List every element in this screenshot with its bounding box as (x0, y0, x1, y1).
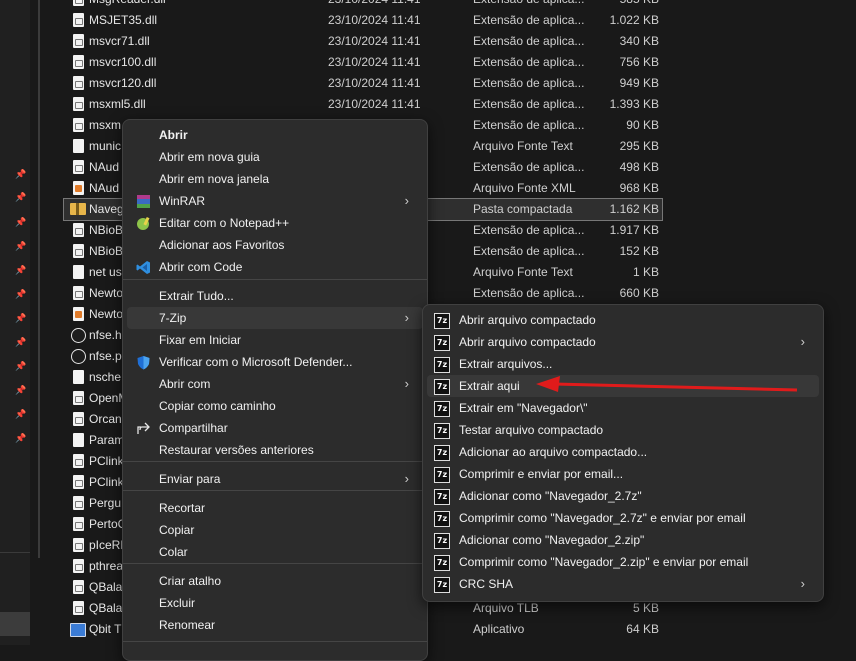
annotation-arrow (536, 376, 798, 392)
